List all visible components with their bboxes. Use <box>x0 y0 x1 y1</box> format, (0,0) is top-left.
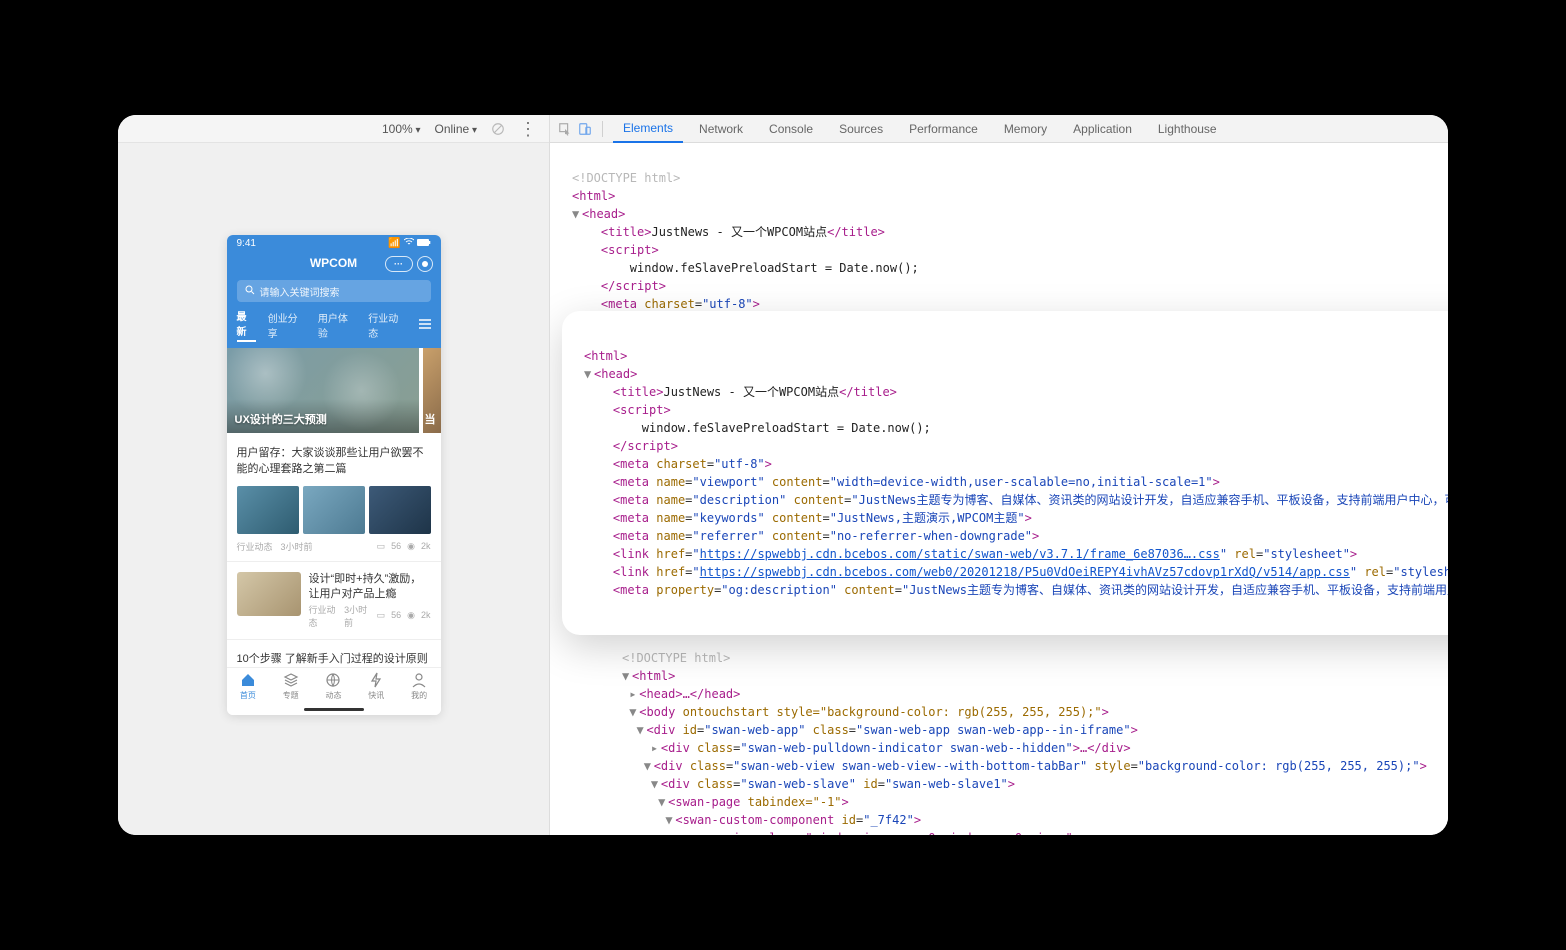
status-bar: 9:41 📶 <box>227 235 441 252</box>
thumbnail <box>237 486 299 534</box>
tab-lighthouse[interactable]: Lighthouse <box>1148 115 1227 143</box>
nav-label: 动态 <box>325 690 341 701</box>
nav-activity[interactable]: 动态 <box>312 668 355 705</box>
comment-count: 56 <box>391 610 401 621</box>
views-count: 2k <box>421 610 431 621</box>
search-input[interactable]: 请输入关键词搜索 <box>237 280 431 302</box>
preview-toolbar: 100% Online ⋮ <box>118 115 549 143</box>
post-card[interactable]: 用户留存：大家谈谈那些让用户欲罢不能的心理套路之第二篇 行业动态 3小时前 ▭ 5… <box>227 433 441 562</box>
comment-count: 56 <box>391 541 401 552</box>
nav-label: 专题 <box>283 690 299 701</box>
post-time: 3小时前 <box>344 603 369 629</box>
thumbnail <box>369 486 431 534</box>
app-title: WPCOM <box>310 256 357 270</box>
wifi-icon <box>404 238 414 249</box>
dom-tree-nested[interactable]: <!DOCTYPE html> ▼<html> ▸<head>…</head> … <box>550 623 1448 835</box>
post-meta: 行业动态 3小时前 ▭ 56 ◉ 2k <box>237 540 431 553</box>
home-icon <box>240 672 256 688</box>
post-thumbnails <box>237 486 431 534</box>
no-throttle-icon[interactable] <box>491 122 505 136</box>
nav-news[interactable]: 快讯 <box>355 668 398 705</box>
globe-icon <box>325 672 341 688</box>
views-count: 2k <box>421 541 431 552</box>
zoom-select[interactable]: 100% <box>382 122 421 136</box>
post-card[interactable]: 设计“即时+持久”激励，让用户对产品上瘾 行业动态 3小时前 ▭ 56 ◉ 2k <box>227 562 441 640</box>
nav-topic[interactable]: 专题 <box>269 668 312 705</box>
miniapp-menu-icon[interactable]: ··· <box>385 256 413 272</box>
battery-icon <box>417 238 431 249</box>
nav-me[interactable]: 我的 <box>398 668 441 705</box>
status-time: 9:41 <box>237 238 256 249</box>
nav-label: 我的 <box>411 690 427 701</box>
hero-title: UX设计的三大预测 <box>235 411 327 427</box>
tab-startup[interactable]: 创业分享 <box>268 310 306 340</box>
post-category: 行业动态 <box>309 603 337 629</box>
views-icon: ◉ <box>407 541 415 552</box>
device-mode-icon[interactable] <box>578 122 592 136</box>
post-title: 设计“即时+持久”激励，让用户对产品上瘾 <box>309 572 431 603</box>
hero-slide-main[interactable]: UX设计的三大预测 <box>227 348 419 433</box>
signal-icon: 📶 <box>388 238 400 249</box>
tab-memory[interactable]: Memory <box>994 115 1057 143</box>
dom-tree-popover: <html> ▼<head> <title>JustNews - 又一个WPCO… <box>562 311 1448 635</box>
post-category: 行业动态 <box>237 540 273 553</box>
tab-performance[interactable]: Performance <box>899 115 988 143</box>
search-icon <box>245 285 255 298</box>
hero-slide-next[interactable]: 当 <box>423 348 441 433</box>
nav-label: 首页 <box>240 690 256 701</box>
post-meta: 行业动态 3小时前 ▭ 56 ◉ 2k <box>309 603 431 629</box>
nav-label: 快讯 <box>368 690 384 701</box>
post-time: 3小时前 <box>281 540 313 553</box>
comment-icon: ▭ <box>377 541 386 552</box>
hero-next-title: 当 <box>425 411 436 427</box>
tab-console[interactable]: Console <box>759 115 823 143</box>
tab-industry[interactable]: 行业动态 <box>368 310 406 340</box>
preview-pane: 100% Online ⋮ 9:41 📶 WPCOM <box>118 115 550 835</box>
search-bar: 请输入关键词搜索 <box>227 274 441 308</box>
devtools-window: 100% Online ⋮ 9:41 📶 WPCOM <box>118 115 1448 835</box>
comment-icon: ▭ <box>377 610 386 621</box>
post-card[interactable]: 10个步骤 了解新手入门过程的设计原则 <box>227 640 441 668</box>
nav-home[interactable]: 首页 <box>227 668 270 705</box>
bottom-nav: 首页 专题 动态 快讯 我的 <box>227 667 441 705</box>
tab-application[interactable]: Application <box>1063 115 1142 143</box>
views-icon: ◉ <box>407 610 415 621</box>
network-select[interactable]: Online <box>435 122 478 136</box>
hamburger-icon[interactable] <box>419 319 431 332</box>
tabs-bar: 最新 创业分享 用户体验 行业动态 <box>227 308 441 348</box>
user-icon <box>411 672 427 688</box>
tab-elements[interactable]: Elements <box>613 115 683 143</box>
hero-carousel[interactable]: UX设计的三大预测 当 <box>227 348 441 433</box>
devtools-pane: Elements Network Console Sources Perform… <box>550 115 1448 835</box>
devtools-toolbar: Elements Network Console Sources Perform… <box>550 115 1448 143</box>
preview-surface: 9:41 📶 WPCOM ··· <box>118 143 549 835</box>
post-title: 用户留存：大家谈谈那些让用户欲罢不能的心理套路之第二篇 <box>237 445 431 478</box>
elements-panel[interactable]: <!DOCTYPE html> <html> ▼<head> <title>Ju… <box>550 143 1448 835</box>
miniapp-close-icon[interactable] <box>417 256 433 272</box>
app-bar: WPCOM ··· <box>227 252 441 274</box>
thumbnail <box>303 486 365 534</box>
search-placeholder: 请输入关键词搜索 <box>260 284 340 299</box>
inspect-icon[interactable] <box>558 122 572 136</box>
tab-sources[interactable]: Sources <box>829 115 893 143</box>
home-indicator <box>227 705 441 715</box>
phone-frame: 9:41 📶 WPCOM ··· <box>227 235 441 715</box>
layers-icon <box>283 672 299 688</box>
tab-latest[interactable]: 最新 <box>237 308 256 342</box>
tab-network[interactable]: Network <box>689 115 753 143</box>
tab-ux[interactable]: 用户体验 <box>318 310 356 340</box>
flash-icon <box>368 672 384 688</box>
thumbnail <box>237 572 301 616</box>
